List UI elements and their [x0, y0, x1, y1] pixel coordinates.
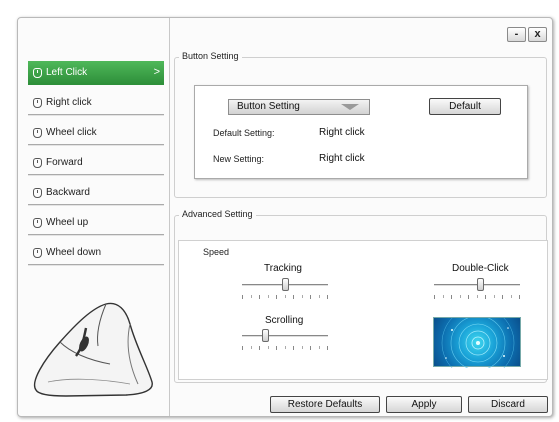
chevron-right-icon: > — [153, 66, 160, 78]
slider-ticks — [242, 295, 328, 299]
slider-tick — [493, 295, 495, 298]
default-setting-value: Right click — [319, 127, 365, 138]
slider-tick — [318, 295, 320, 298]
sidebar-item-label: Wheel down — [46, 247, 102, 258]
button-setting-title: Button Setting — [179, 51, 242, 61]
ripple-icon — [441, 306, 515, 380]
mouse-icon — [33, 128, 42, 138]
sidebar-item-forward[interactable]: Forward — [28, 151, 164, 175]
slider-ticks — [434, 295, 520, 299]
slider-tick — [510, 295, 512, 298]
discard-button[interactable]: Discard — [468, 396, 548, 413]
sidebar-item-label: Wheel up — [46, 217, 89, 228]
slider-tick — [318, 346, 320, 349]
slider-tick — [284, 295, 286, 298]
tracking-label: Tracking — [264, 263, 302, 274]
slider-tick — [468, 295, 469, 299]
slider-tick — [502, 295, 503, 299]
slider-tick — [250, 346, 252, 349]
slider-tick — [451, 295, 452, 299]
sidebar-item-label: Backward — [46, 187, 90, 198]
mouse-icon — [33, 158, 42, 168]
mouse-icon — [33, 98, 42, 108]
sidebar-item-wheel-up[interactable]: Wheel up — [28, 211, 164, 235]
slider-tick — [327, 346, 328, 350]
sidebar-item-wheel-click[interactable]: Wheel click — [28, 121, 164, 145]
slider-tick — [284, 346, 286, 349]
slider-tick — [476, 295, 478, 298]
dropdown-value: Button Setting — [237, 101, 300, 112]
scrolling-label: Scrolling — [265, 315, 304, 326]
sidebar-item-label: Left Click — [46, 67, 88, 78]
slider-tick — [250, 295, 252, 298]
double-click-slider[interactable] — [434, 278, 520, 304]
apply-button[interactable]: Apply — [386, 396, 462, 413]
sidebar-item-label: Forward — [46, 157, 83, 168]
slider-tick — [259, 346, 260, 350]
slider-ticks — [242, 346, 328, 350]
dropdown-arrow-icon — [341, 104, 359, 110]
slider-tick — [293, 346, 294, 350]
slider-thumb[interactable] — [261, 329, 269, 342]
slider-tick — [301, 295, 303, 298]
slider-tick — [301, 346, 303, 349]
sidebar-item-label: Wheel click — [46, 127, 97, 138]
new-setting-value: Right click — [319, 153, 365, 164]
default-setting-label: Default Setting: — [213, 128, 275, 138]
vertical-mouse-illustration — [33, 302, 153, 397]
scrolling-slider[interactable] — [242, 329, 328, 355]
mouse-icon — [33, 68, 42, 78]
restore-defaults-button[interactable]: Restore Defaults — [270, 396, 380, 413]
slider-track — [242, 335, 328, 337]
slider-tick — [459, 295, 461, 298]
sidebar-item-label: Right click — [46, 97, 92, 108]
slider-tick — [259, 295, 260, 299]
slider-thumb[interactable] — [281, 278, 289, 291]
button-setting-panel: Button Setting Default Default Setting: … — [194, 85, 528, 179]
tracking-slider[interactable] — [242, 278, 328, 304]
slider-tick — [293, 295, 294, 299]
advanced-setting-title: Advanced Setting — [179, 209, 256, 219]
mouse-icon — [33, 248, 42, 258]
mouse-settings-window: - x Left Click > Right click Wheel click… — [17, 17, 553, 417]
slider-tick — [267, 295, 269, 298]
sidebar-item-wheel-down[interactable]: Wheel down — [28, 241, 164, 265]
button-setting-dropdown[interactable]: Button Setting — [228, 99, 370, 115]
slider-tick — [276, 295, 277, 299]
slider-tick — [276, 346, 277, 350]
sidebar-item-left-click[interactable]: Left Click > — [28, 61, 164, 85]
slider-tick — [434, 295, 435, 299]
minimize-button[interactable]: - — [507, 27, 526, 42]
default-button[interactable]: Default — [429, 98, 501, 115]
sidebar: Left Click > Right click Wheel click For… — [18, 18, 170, 416]
slider-tick — [327, 295, 328, 299]
slider-tick — [442, 295, 444, 298]
slider-thumb[interactable] — [477, 278, 485, 291]
sidebar-item-backward[interactable]: Backward — [28, 181, 164, 205]
new-setting-label: New Setting: — [213, 154, 265, 164]
slider-tick — [267, 346, 269, 349]
slider-tick — [242, 346, 243, 350]
slider-tick — [310, 346, 311, 350]
double-click-label: Double-Click — [452, 263, 509, 274]
slider-tick — [485, 295, 486, 299]
mouse-icon — [33, 188, 42, 198]
sidebar-item-right-click[interactable]: Right click — [28, 91, 164, 115]
slider-tick — [519, 295, 520, 299]
slider-tick — [310, 295, 311, 299]
close-button[interactable]: x — [528, 27, 547, 42]
mouse-icon — [33, 218, 42, 228]
speed-label: Speed — [203, 247, 230, 257]
slider-tick — [242, 295, 243, 299]
double-click-test-area[interactable] — [433, 306, 521, 380]
